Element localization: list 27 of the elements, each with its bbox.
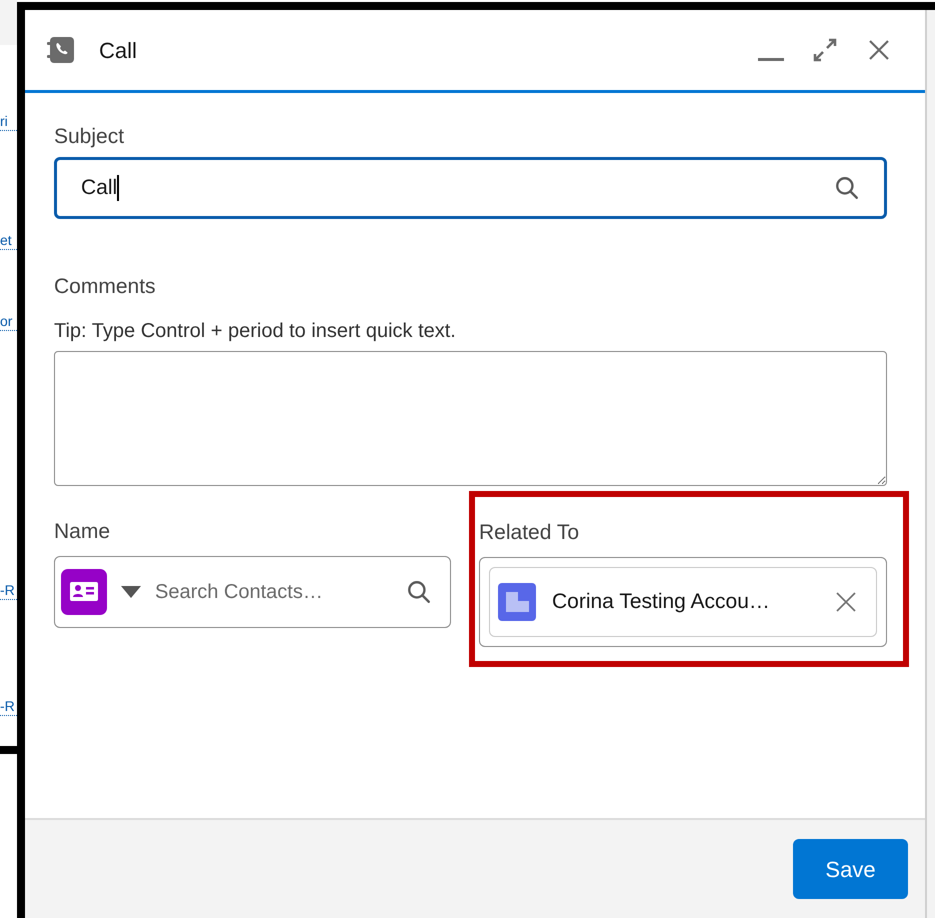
subject-field[interactable]: Call: [54, 156, 887, 218]
selected-record-pill[interactable]: Corina Testing Accou…: [489, 566, 877, 636]
minimize-icon: [758, 58, 784, 62]
caret-icon: [121, 586, 141, 598]
comments-field[interactable]: [54, 351, 887, 486]
contact-search-field[interactable]: Search Contacts…: [54, 556, 451, 628]
save-button[interactable]: Save: [793, 839, 908, 899]
close-icon: [836, 592, 856, 612]
field-label: Comments: [54, 274, 157, 300]
phone-icon: [47, 36, 75, 64]
search-icon: [406, 578, 432, 604]
text-cursor: [117, 174, 120, 200]
dialog-title: Call: [99, 36, 137, 64]
expand-icon: [812, 37, 838, 63]
close-icon: [868, 39, 890, 61]
contact-search-input[interactable]: Search Contacts…: [155, 576, 406, 606]
field-label: Subject: [54, 124, 126, 150]
related-to-field[interactable]: Corina Testing Accou…: [479, 556, 887, 646]
field-label: Name: [54, 519, 112, 545]
record-name: Corina Testing Accou…: [552, 588, 770, 615]
field-label: Related To: [479, 520, 580, 546]
contact-card-icon: [61, 568, 107, 614]
building-icon: [498, 582, 536, 620]
subject-value: Call: [81, 174, 118, 201]
remove-button[interactable]: [834, 590, 858, 614]
field-hint: Tip: Type Control + period to insert quick text.: [54, 319, 457, 344]
search-icon: [834, 174, 860, 200]
